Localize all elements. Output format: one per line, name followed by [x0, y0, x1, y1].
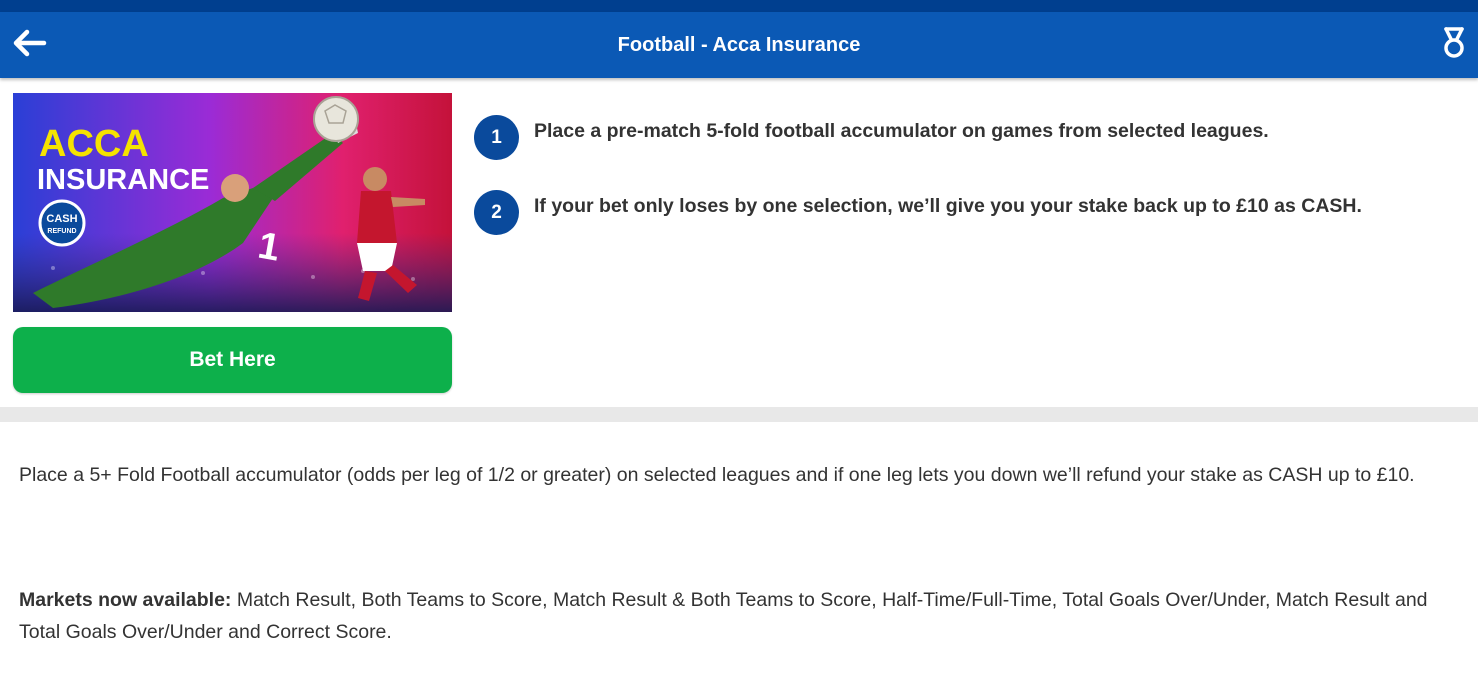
badge-line-1: CASH — [46, 213, 77, 225]
acca-insurance-banner: 1 ACCA INSURANCE CASH REFUND — [13, 93, 452, 312]
section-divider — [0, 407, 1478, 422]
banner-headline-1: ACCA — [39, 123, 149, 165]
app-header: Football - Acca Insurance — [0, 12, 1478, 78]
step-text: If your bet only loses by one selection,… — [534, 195, 1362, 217]
medal-icon — [1441, 26, 1467, 65]
promo-description: Place a 5+ Fold Football accumulator (od… — [19, 464, 1415, 486]
rewards-button[interactable] — [1436, 26, 1472, 64]
badge-line-2: REFUND — [47, 228, 76, 235]
banner-headline-2: INSURANCE — [37, 164, 209, 196]
step-item: 1 Place a pre-match 5-fold football accu… — [474, 115, 1269, 160]
bet-here-button[interactable]: Bet Here — [13, 327, 452, 393]
markets-info: Markets now available: Match Result, Bot… — [19, 584, 1464, 648]
markets-label: Markets now available: — [19, 589, 232, 611]
step-item: 2 If your bet only loses by one selectio… — [474, 190, 1362, 235]
step-text: Place a pre-match 5-fold football accumu… — [534, 120, 1269, 142]
page-title: Football - Acca Insurance — [617, 34, 861, 56]
status-strip — [0, 0, 1478, 12]
step-number-badge: 1 — [474, 115, 519, 160]
step-number-badge: 2 — [474, 190, 519, 235]
markets-text: Match Result, Both Teams to Score, Match… — [19, 589, 1428, 643]
